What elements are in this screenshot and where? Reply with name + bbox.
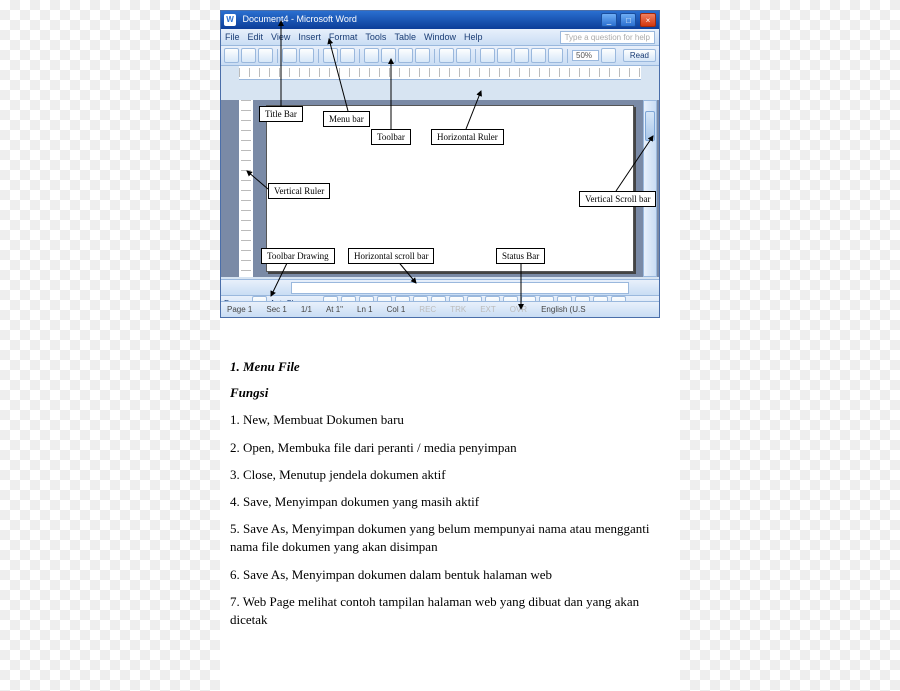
status-pages: 1/1 [301, 305, 312, 314]
vertical-scrollbar[interactable] [643, 100, 657, 277]
menu-help[interactable]: Help [464, 32, 483, 42]
insert-table-icon[interactable] [514, 48, 529, 63]
menu-insert[interactable]: Insert [298, 32, 321, 42]
status-ext: EXT [480, 305, 496, 314]
zoom-combo[interactable]: 50% [572, 50, 599, 61]
word-menubar: File Edit View Insert Format Tools Table… [221, 29, 659, 46]
horizontal-ruler[interactable] [239, 66, 641, 80]
window-buttons: _ □ × [600, 13, 656, 27]
vertical-ruler[interactable] [239, 100, 253, 277]
callout-status-bar: Status Bar [496, 248, 545, 264]
minimize-icon[interactable]: _ [601, 13, 617, 27]
format-painter-icon[interactable] [415, 48, 430, 63]
word-statusbar: Page 1 Sec 1 1/1 At 1" Ln 1 Col 1 REC TR… [221, 301, 659, 317]
list-item: 3. Close, Menutup jendela dokumen aktif [230, 466, 670, 484]
list-item: 6. Save As, Menyimpan dokumen dalam bent… [230, 566, 670, 584]
status-col: Col 1 [387, 305, 406, 314]
paste-icon[interactable] [398, 48, 413, 63]
spellcheck-icon[interactable] [323, 48, 338, 63]
word-window-title: Document4 - Microsoft Word [243, 14, 357, 24]
research-icon[interactable] [340, 48, 355, 63]
status-rec: REC [419, 305, 436, 314]
status-trk: TRK [450, 305, 466, 314]
list-item: 2. Open, Membuka file dari peranti / med… [230, 439, 670, 457]
list-item: 4. Save, Menyimpan dokumen yang masih ak… [230, 493, 670, 511]
hyperlink-icon[interactable] [480, 48, 495, 63]
callout-horizontal-ruler: Horizontal Ruler [431, 129, 504, 145]
list-item: 7. Web Page melihat contoh tampilan hala… [230, 593, 670, 629]
menu-file[interactable]: File [225, 32, 240, 42]
callout-vertical-ruler: Vertical Ruler [268, 183, 330, 199]
scroll-thumb[interactable] [645, 111, 655, 141]
status-at: At 1" [326, 305, 343, 314]
copy-icon[interactable] [381, 48, 396, 63]
status-ovr: OVR [510, 305, 527, 314]
list-item: 5. Save As, Menyimpan dokumen yang belum… [230, 520, 670, 556]
document-body-text: 1. Menu File Fungsi 1. New, Membuat Doku… [230, 350, 670, 638]
new-doc-icon[interactable] [224, 48, 239, 63]
horizontal-scrollbar[interactable] [291, 282, 629, 294]
list-item: 1. New, Membuat Dokumen baru [230, 411, 670, 429]
menu-edit[interactable]: Edit [248, 32, 264, 42]
callout-toolbar: Toolbar [371, 129, 411, 145]
status-lang: English (U.S [541, 305, 585, 314]
save-icon[interactable] [258, 48, 273, 63]
word-app-icon: W [224, 14, 236, 26]
columns-icon[interactable] [531, 48, 546, 63]
print-preview-icon[interactable] [299, 48, 314, 63]
menu-tools[interactable]: Tools [365, 32, 386, 42]
cut-icon[interactable] [364, 48, 379, 63]
word-window-screenshot: W Document4 - Microsoft Word _ □ × File … [220, 10, 660, 318]
word-titlebar: W Document4 - Microsoft Word _ □ × [221, 11, 659, 29]
tables-borders-icon[interactable] [497, 48, 512, 63]
document-page: W Document4 - Microsoft Word _ □ × File … [220, 0, 680, 691]
callout-title-bar: Title Bar [259, 106, 303, 122]
menu-format[interactable]: Format [329, 32, 358, 42]
undo-icon[interactable] [439, 48, 454, 63]
menu-view[interactable]: View [271, 32, 290, 42]
horizontal-scroll-row [221, 279, 659, 295]
status-ln: Ln 1 [357, 305, 373, 314]
menu-table[interactable]: Table [394, 32, 416, 42]
callout-toolbar-drawing: Toolbar Drawing [261, 248, 335, 264]
section-subheading: Fungsi [230, 384, 670, 402]
callout-vertical-scroll: Vertical Scroll bar [579, 191, 656, 207]
close-icon[interactable]: × [640, 13, 656, 27]
status-page: Page 1 [227, 305, 252, 314]
help-search-box[interactable]: Type a question for help [560, 31, 655, 44]
maximize-icon[interactable]: □ [620, 13, 636, 27]
redo-icon[interactable] [456, 48, 471, 63]
read-layout-button[interactable]: Read [623, 49, 656, 62]
drawing-icon[interactable] [548, 48, 563, 63]
word-standard-toolbar: 50% Read [221, 46, 659, 66]
callout-menu-bar: Menu bar [323, 111, 370, 127]
print-icon[interactable] [282, 48, 297, 63]
help-icon[interactable] [601, 48, 616, 63]
status-sec: Sec 1 [266, 305, 286, 314]
menu-window[interactable]: Window [424, 32, 456, 42]
callout-horizontal-scroll: Horizontal scroll bar [348, 248, 434, 264]
section-heading: 1. Menu File [230, 358, 670, 376]
open-icon[interactable] [241, 48, 256, 63]
